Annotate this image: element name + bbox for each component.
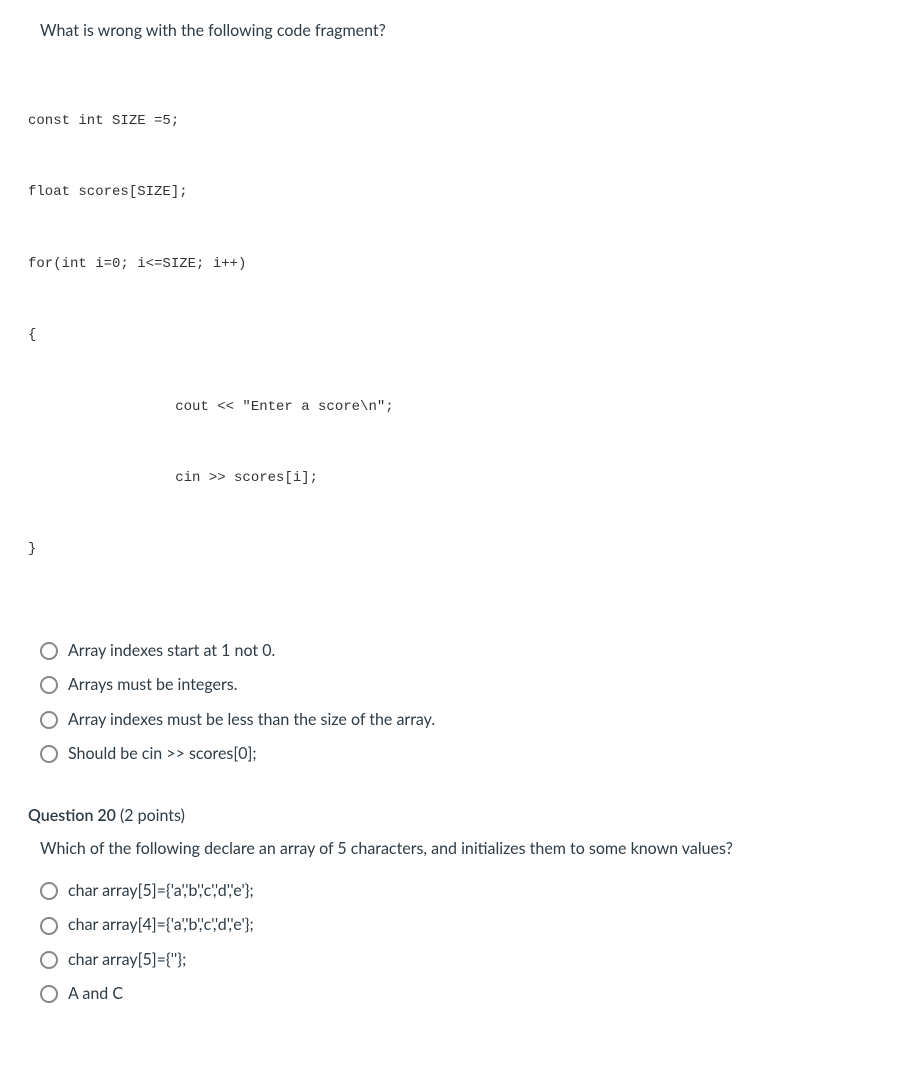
code-line: { — [28, 324, 883, 348]
options-group-19: Array indexes start at 1 not 0. Arrays m… — [40, 640, 883, 766]
option-label: Arrays must be integers. — [68, 674, 237, 696]
option-19-a[interactable]: Array indexes start at 1 not 0. — [40, 640, 883, 662]
radio-icon — [40, 917, 58, 935]
question-header: Question 20 (2 points) — [28, 805, 883, 827]
question-points: (2 points) — [120, 806, 185, 825]
code-line: } — [28, 538, 883, 562]
radio-icon — [40, 951, 58, 969]
option-label: char array[4]={'a','b','c','d','e'}; — [68, 914, 254, 936]
option-label: Array indexes must be less than the size… — [68, 709, 435, 731]
code-fragment: const int SIZE =5; float scores[SIZE]; f… — [28, 62, 883, 609]
option-20-c[interactable]: char array[5]={''}; — [40, 949, 883, 971]
radio-icon — [40, 745, 58, 763]
question-20: Question 20 (2 points) Which of the foll… — [28, 805, 883, 1005]
question-19: What is wrong with the following code fr… — [28, 20, 883, 765]
option-label: char array[5]={''}; — [68, 949, 186, 971]
option-20-b[interactable]: char array[4]={'a','b','c','d','e'}; — [40, 914, 883, 936]
code-line: for(int i=0; i<=SIZE; i++) — [28, 253, 883, 277]
code-line: cout << "Enter a score\n"; — [28, 396, 883, 420]
option-label: Array indexes start at 1 not 0. — [68, 640, 275, 662]
radio-icon — [40, 642, 58, 660]
code-line: const int SIZE =5; — [28, 110, 883, 134]
question-number: Question 20 — [28, 806, 116, 825]
code-line: cin >> scores[i]; — [28, 467, 883, 491]
option-label: A and C — [68, 983, 123, 1005]
radio-icon — [40, 882, 58, 900]
option-20-d[interactable]: A and C — [40, 983, 883, 1005]
question-prompt: Which of the following declare an array … — [40, 838, 883, 860]
option-19-b[interactable]: Arrays must be integers. — [40, 674, 883, 696]
radio-icon — [40, 676, 58, 694]
option-20-a[interactable]: char array[5]={'a','b','c','d','e'}; — [40, 880, 883, 902]
option-label: char array[5]={'a','b','c','d','e'}; — [68, 880, 254, 902]
option-label: Should be cin >> scores[0]; — [68, 743, 257, 765]
option-19-d[interactable]: Should be cin >> scores[0]; — [40, 743, 883, 765]
code-line: float scores[SIZE]; — [28, 181, 883, 205]
question-prompt: What is wrong with the following code fr… — [40, 20, 883, 42]
radio-icon — [40, 985, 58, 1003]
radio-icon — [40, 711, 58, 729]
options-group-20: char array[5]={'a','b','c','d','e'}; cha… — [40, 880, 883, 1006]
option-19-c[interactable]: Array indexes must be less than the size… — [40, 709, 883, 731]
